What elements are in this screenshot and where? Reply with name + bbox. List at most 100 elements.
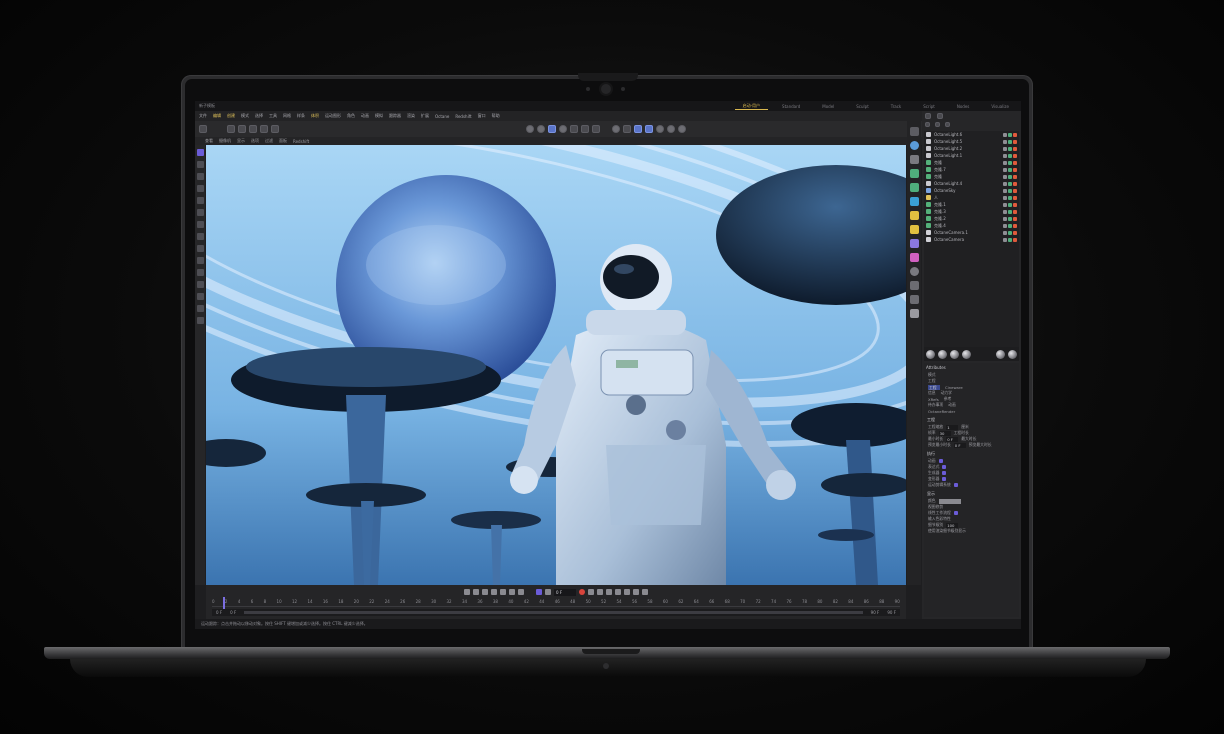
move-icon[interactable]	[238, 125, 246, 133]
menu-file[interactable]: 文件	[199, 113, 207, 119]
scale-tool-icon[interactable]	[196, 197, 204, 204]
tag-icon[interactable]	[1008, 146, 1012, 151]
menu-tracker[interactable]: 跟踪器	[389, 113, 401, 119]
menu-window[interactable]: 窗口	[478, 113, 486, 119]
tag-icon[interactable]	[1013, 167, 1017, 172]
tag-icon[interactable]	[1003, 195, 1007, 200]
tag-icon[interactable]	[1008, 237, 1012, 242]
list-item[interactable]: 克隆.3	[924, 208, 1019, 215]
tag-icon[interactable]	[1008, 167, 1012, 172]
material-swatch[interactable]	[962, 349, 971, 359]
layout-tab-track[interactable]: Track	[883, 104, 909, 109]
tab-animation[interactable]: 动画	[948, 402, 956, 408]
tag-icon[interactable]	[1008, 139, 1012, 144]
menu-help[interactable]: 帮助	[492, 113, 500, 119]
menu-select[interactable]: 选择	[255, 113, 263, 119]
search-icon[interactable]	[935, 122, 940, 127]
tag-icon[interactable]	[1013, 230, 1017, 235]
list-item[interactable]: OctaneLight.4	[924, 180, 1019, 187]
material-swatch[interactable]	[938, 349, 947, 359]
next-key-icon[interactable]	[509, 589, 515, 595]
tag-icon[interactable]	[1008, 230, 1012, 235]
tag-icon[interactable]	[1008, 202, 1012, 207]
lod-field[interactable]: 100	[946, 522, 959, 528]
autokey-icon[interactable]	[588, 589, 594, 595]
workplane-icon[interactable]	[645, 125, 654, 133]
menu-mode[interactable]: 模式	[241, 113, 249, 119]
menu-spline[interactable]: 样条	[297, 113, 305, 119]
model-tool-icon[interactable]	[196, 245, 204, 252]
material-icon[interactable]	[909, 253, 919, 262]
rotate-key-icon[interactable]	[615, 589, 621, 595]
tag-icon[interactable]	[1013, 237, 1017, 242]
tag-icon[interactable]	[1008, 195, 1012, 200]
list-item[interactable]: OctaneCamera.1	[924, 229, 1019, 236]
viewport[interactable]	[206, 145, 906, 585]
menu-render[interactable]: 渲染	[407, 113, 415, 119]
list-item[interactable]: OctaneSky	[924, 187, 1019, 194]
snap-icon[interactable]	[612, 125, 621, 133]
min-time-field[interactable]: 0 F	[946, 436, 959, 442]
menu-octane[interactable]: Octane	[435, 114, 449, 119]
light-object-icon[interactable]	[909, 211, 919, 220]
menu-create[interactable]: 创建	[227, 113, 235, 119]
linear-workflow-checkbox[interactable]	[953, 511, 958, 515]
select-tool-icon[interactable]	[196, 149, 204, 156]
tag-icon[interactable]	[1013, 132, 1017, 137]
tab-project[interactable]: 工程	[928, 384, 940, 390]
list-item[interactable]: 克隆.2	[924, 215, 1019, 222]
tag-icon[interactable]	[1008, 209, 1012, 214]
tab-cineware[interactable]: Cineware	[945, 385, 963, 390]
tag-icon[interactable]	[1003, 167, 1007, 172]
tag-icon[interactable]	[1013, 188, 1017, 193]
panel-pin-icon[interactable]	[925, 113, 931, 119]
tag-icon[interactable]	[1003, 202, 1007, 207]
project-scale-field[interactable]: 1	[946, 424, 959, 430]
list-item[interactable]: OctaneLight.1	[924, 152, 1019, 159]
light-icon[interactable]	[592, 125, 601, 133]
cloner-icon[interactable]	[909, 169, 919, 178]
timeline-ruler[interactable]: 0 2 4 6 8 10 12 14 16 18 20 22 24 26 28 30 32 34 36 38 40 42 4…	[212, 599, 900, 607]
camera-icon[interactable]	[581, 125, 590, 133]
menu-simulate[interactable]: 模拟	[375, 113, 383, 119]
workplane-tool-icon[interactable]	[196, 293, 204, 300]
prev-frame-icon[interactable]	[482, 589, 488, 595]
tag-icon[interactable]	[1013, 139, 1017, 144]
tag-icon[interactable]	[1008, 188, 1012, 193]
layout-tab-script[interactable]: Script	[915, 104, 943, 109]
render-view-icon[interactable]	[526, 125, 535, 133]
tag-icon[interactable]	[1003, 146, 1007, 151]
tag-icon[interactable]	[1003, 209, 1007, 214]
render-icon[interactable]	[537, 125, 546, 133]
list-item[interactable]: 克隆.4	[924, 222, 1019, 229]
list-item[interactable]: 克隆	[924, 173, 1019, 180]
tag-icon[interactable]	[1003, 188, 1007, 193]
layers-icon[interactable]	[945, 122, 950, 127]
layout-tab-nodes[interactable]: Nodes	[949, 104, 978, 109]
play-icon[interactable]	[491, 589, 497, 595]
undo-icon[interactable]	[227, 125, 235, 133]
viewport-menu-redshift[interactable]: Redshift	[293, 139, 309, 144]
layout-tab-startup[interactable]: 启动-用户	[734, 103, 769, 110]
material-swatch[interactable]	[996, 349, 1005, 359]
pla-key-icon[interactable]	[642, 589, 648, 595]
menu-tools[interactable]: 工具	[269, 113, 277, 119]
texture-tool-icon[interactable]	[196, 257, 204, 264]
menu-animate[interactable]: 动画	[361, 113, 369, 119]
sphere-object-icon[interactable]	[909, 141, 919, 150]
viewport-menu-panel[interactable]: 面板	[279, 138, 287, 144]
tag-icon[interactable]	[1003, 139, 1007, 144]
tab-todo[interactable]: 待办事项	[928, 402, 943, 408]
settings-icon[interactable]	[656, 125, 665, 133]
tab-octanerender[interactable]: OctaneRender	[928, 409, 955, 414]
next-frame-icon[interactable]	[500, 589, 506, 595]
spline-icon[interactable]	[570, 125, 579, 133]
tag-icon[interactable]	[1003, 216, 1007, 221]
tag-icon[interactable]	[1008, 216, 1012, 221]
range-mid-field[interactable]: 0 F	[230, 610, 236, 615]
list-item[interactable]: OctaneLight.2	[924, 145, 1019, 152]
cube-object-icon[interactable]	[909, 127, 919, 136]
camera-object-icon[interactable]	[909, 267, 919, 276]
environment-icon[interactable]	[909, 281, 919, 290]
move-key-icon[interactable]	[606, 589, 612, 595]
